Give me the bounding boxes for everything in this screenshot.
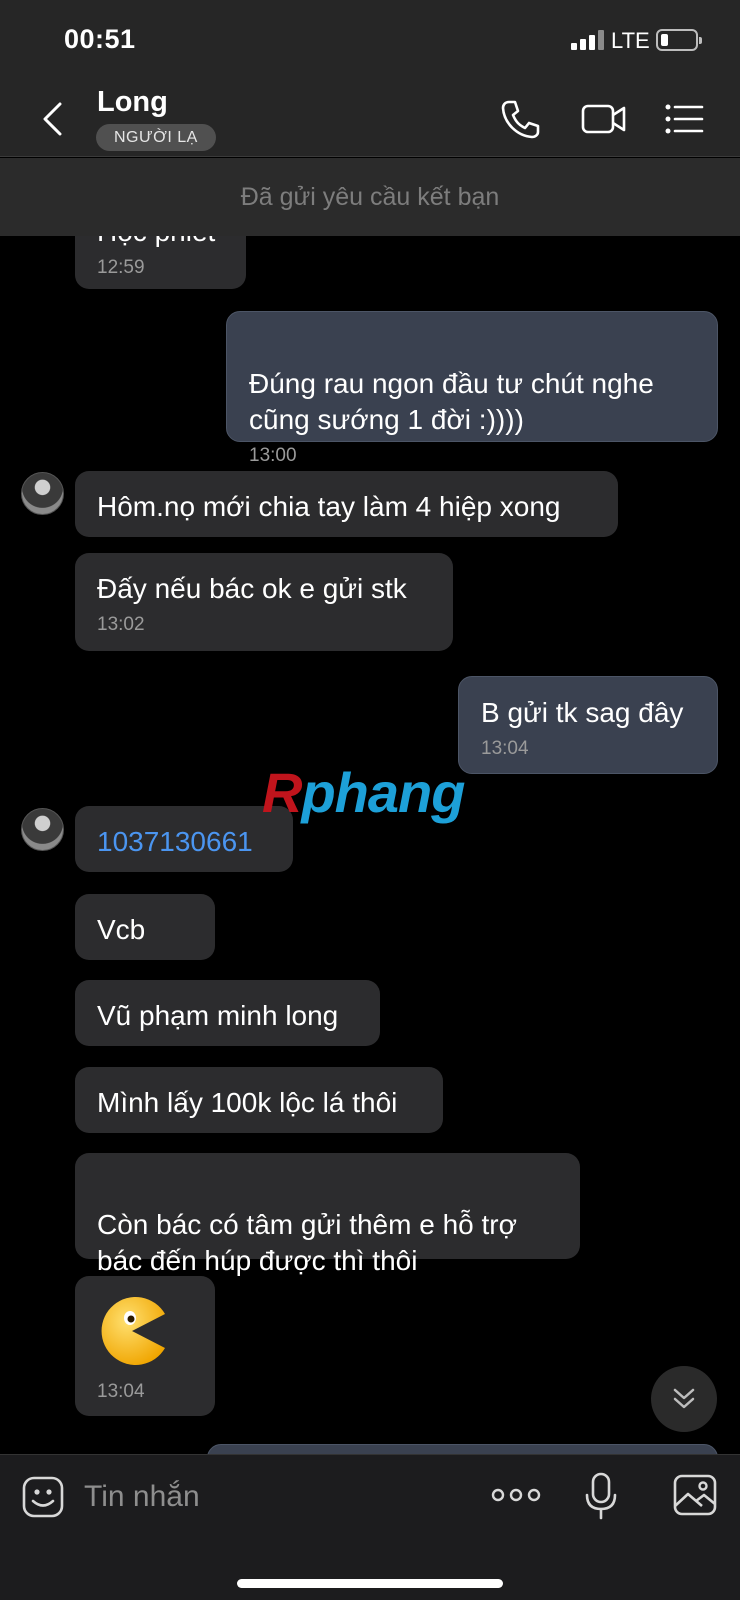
- chat-header: Long NGƯỜI LẠ: [0, 80, 740, 157]
- network-label: LTE: [611, 28, 650, 53]
- message-time: 13:04: [97, 1381, 145, 1402]
- contact-avatar[interactable]: [21, 472, 64, 515]
- friend-request-banner: Đã gửi yêu cầu kết bạn: [0, 158, 740, 236]
- microphone-icon[interactable]: [583, 1471, 619, 1521]
- signal-icon: [571, 30, 605, 50]
- image-icon[interactable]: [672, 1473, 718, 1517]
- message-text: Vũ phạm minh long: [97, 1000, 339, 1031]
- message-time: 13:04: [481, 738, 529, 759]
- back-icon[interactable]: [38, 100, 68, 138]
- message-text: Hôm.nọ mới chia tay làm 4 hiệp xong: [97, 491, 561, 522]
- message-bubble-outgoing[interactable]: B gửi tk sag đây 13:04: [458, 676, 718, 774]
- battery-icon: [656, 29, 702, 51]
- scroll-to-bottom-button[interactable]: [651, 1366, 717, 1432]
- sticker-message[interactable]: 13:04: [75, 1276, 215, 1416]
- message-text: Còn bác có tâm gửi thêm e hỗ trợ bác đến…: [97, 1209, 517, 1276]
- double-chevron-down-icon: [673, 1388, 695, 1409]
- message-time: 13:02: [97, 614, 145, 635]
- home-indicator[interactable]: [237, 1579, 503, 1588]
- message-text: B gửi tk sag đây: [481, 697, 684, 728]
- contact-name[interactable]: Long: [97, 86, 168, 119]
- message-text: Học phiết: [97, 236, 215, 247]
- message-bubble-incoming[interactable]: 1037130661: [75, 806, 293, 872]
- more-icon[interactable]: [491, 1485, 541, 1505]
- status-bar: 00:51 LTE: [0, 0, 740, 80]
- phone-icon[interactable]: [497, 96, 543, 142]
- message-bubble-incoming[interactable]: Hôm.nọ mới chia tay làm 4 hiệp xong: [75, 471, 618, 537]
- message-bubble-incoming[interactable]: Vcb: [75, 894, 215, 960]
- contact-avatar[interactable]: [21, 808, 64, 851]
- pacman-sticker: [101, 1297, 165, 1365]
- status-time: 00:51: [64, 24, 136, 54]
- message-text: Vcb: [97, 914, 146, 945]
- account-number-link[interactable]: 1037130661: [97, 826, 253, 857]
- stranger-badge: NGƯỜI LẠ: [96, 124, 216, 151]
- sticker-icon[interactable]: [21, 1475, 65, 1519]
- watermark-logo: Rphang: [262, 761, 465, 824]
- message-bubble-outgoing[interactable]: [207, 1444, 718, 1454]
- message-text: Đấy nếu bác ok e gửi stk: [97, 573, 407, 604]
- message-bubble-incoming[interactable]: Còn bác có tâm gửi thêm e hỗ trợ bác đến…: [75, 1153, 580, 1276]
- message-bubble-outgoing[interactable]: Đúng rau ngon đầu tư chút nghe cũng sướn…: [226, 311, 718, 466]
- message-input[interactable]: [84, 1473, 464, 1521]
- message-bubble-incoming[interactable]: Học phiết 12:59: [75, 236, 246, 289]
- message-bubble-incoming[interactable]: Mình lấy 100k lộc lá thôi: [75, 1067, 443, 1133]
- video-call-icon[interactable]: [580, 96, 628, 142]
- message-text: Mình lấy 100k lộc lá thôi: [97, 1087, 398, 1118]
- menu-list-icon[interactable]: [664, 96, 706, 142]
- chat-messages[interactable]: Học phiết 12:59 Đúng rau ngon đầu tư chú…: [0, 236, 740, 1454]
- message-bubble-incoming[interactable]: Đấy nếu bác ok e gửi stk 13:02: [75, 553, 453, 651]
- message-bubble-incoming[interactable]: Vũ phạm minh long: [75, 980, 380, 1046]
- message-text: Đúng rau ngon đầu tư chút nghe cũng sướn…: [249, 368, 654, 435]
- message-time: 13:00: [249, 445, 297, 466]
- message-time: 12:59: [97, 257, 145, 278]
